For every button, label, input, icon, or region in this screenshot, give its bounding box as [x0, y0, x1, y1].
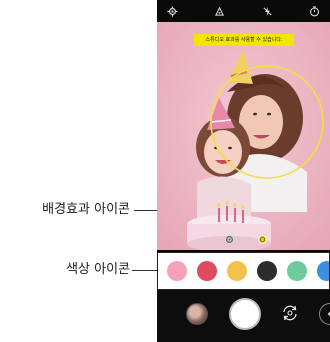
color-swatch-bar [157, 252, 330, 290]
sticker-icon[interactable] [213, 4, 227, 18]
studio-effect-toast: 스튜디오 효과를 사용할 수 있습니다. [194, 34, 294, 46]
photo-preview [157, 22, 330, 250]
color-swatch-2[interactable] [197, 261, 217, 281]
background-effect-icon[interactable] [258, 235, 267, 244]
color-swatch-1[interactable] [167, 261, 187, 281]
color-callout-label: 색상 아이콘 [66, 262, 130, 277]
color-swatch-5[interactable] [287, 261, 307, 281]
color-swatch-4[interactable] [257, 261, 277, 281]
camera-viewfinder[interactable]: 스튜디오 효과를 사용할 수 있습니다. [157, 22, 330, 250]
blur-effect-icon[interactable] [225, 235, 234, 244]
more-icon[interactable] [319, 303, 330, 325]
flash-off-icon[interactable] [260, 4, 274, 18]
settings-icon[interactable] [165, 4, 179, 18]
gallery-thumbnail[interactable] [186, 303, 208, 325]
color-callout-line [132, 270, 159, 271]
camera-topbar [157, 0, 330, 22]
camera-screen: 스튜디오 효과를 사용할 수 있습니다. [157, 0, 330, 342]
color-swatch-3[interactable] [227, 261, 247, 281]
switch-camera-icon[interactable] [281, 304, 299, 322]
background-effect-callout-label: 배경효과 아이콘 [42, 202, 130, 217]
timer-icon[interactable] [308, 4, 322, 18]
camera-bottom-bar [157, 290, 330, 342]
shutter-button[interactable] [229, 298, 261, 330]
color-swatch-6[interactable] [317, 261, 329, 281]
